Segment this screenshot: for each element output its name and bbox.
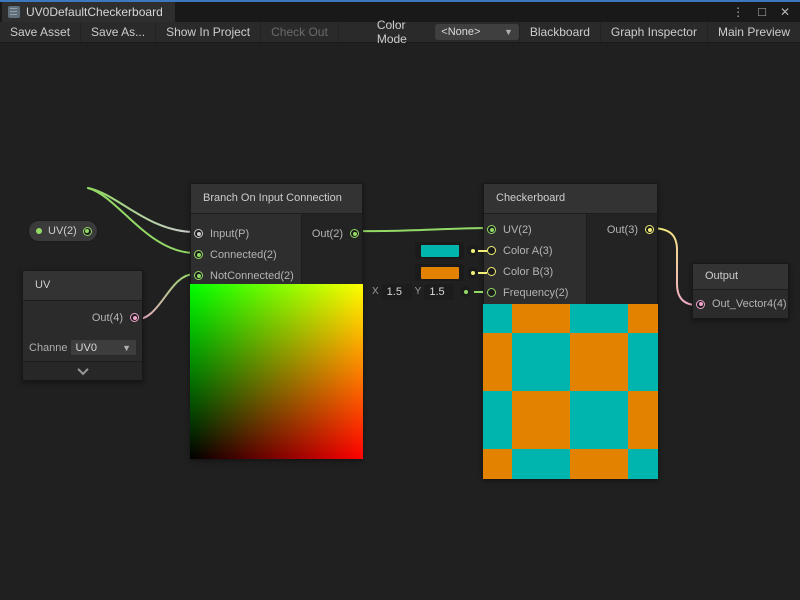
- uv-label: UV(2): [503, 224, 532, 236]
- input-p-port[interactable]: [194, 229, 203, 238]
- color-b-widget: [415, 264, 487, 281]
- uv-node-title: UV: [23, 271, 142, 301]
- color-a-swatch[interactable]: [421, 245, 459, 257]
- port-row-uv: UV(2): [484, 219, 586, 240]
- output-node-title: Output: [693, 264, 788, 290]
- frequency-y-label: Y: [415, 286, 422, 297]
- notconnected-label: NotConnected(2): [210, 270, 294, 282]
- out3-label: Out(3): [607, 224, 638, 236]
- checkerboard-node-title: Checkerboard: [484, 184, 657, 214]
- channel-value: UV0: [76, 342, 97, 354]
- port-row-color-a: Color A(3): [484, 240, 586, 261]
- wire-uvpill-to-input[interactable]: [88, 188, 195, 232]
- port-row-out4: Out(4): [23, 301, 142, 334]
- uv-pill-out-port[interactable]: [83, 227, 92, 236]
- checkerboard-preview: [483, 304, 658, 479]
- connected-label: Connected(2): [210, 249, 277, 261]
- channel-row: Channe UV0 ▼: [23, 334, 142, 361]
- port-row-color-b: Color B(3): [484, 261, 586, 282]
- uv-pill-node[interactable]: UV(2): [28, 220, 98, 242]
- branch-input-column: Input(P) Connected(2) NotConnected(2): [191, 214, 301, 284]
- frequency-y-input[interactable]: [424, 284, 454, 300]
- green-dot-icon: [36, 228, 42, 234]
- frequency-x-label: X: [372, 286, 379, 297]
- color-b-swatch[interactable]: [421, 267, 459, 279]
- frequency-stub-wire: [474, 291, 483, 293]
- port-row-notconnected: NotConnected(2): [191, 265, 301, 286]
- out-vector4-label: Out_Vector4(4): [712, 298, 787, 310]
- checkerboard-output-column: Out(3): [586, 214, 657, 304]
- color-b-field[interactable]: [415, 264, 464, 281]
- port-row-out2: Out(2): [302, 223, 362, 244]
- chevron-down-icon: ▼: [122, 343, 131, 353]
- branch-node[interactable]: Branch On Input Connection Input(P) Conn…: [190, 183, 363, 459]
- frequency-label: Frequency(2): [503, 287, 568, 299]
- uv-node[interactable]: UV Out(4) Channe UV0 ▼: [22, 270, 143, 381]
- color-a-connector-dot: [467, 245, 478, 256]
- graph-canvas[interactable]: UV(2) Branch On Input Connection Input(P…: [0, 43, 800, 600]
- frequency-widget: X Y: [372, 283, 483, 300]
- port-row-input: Input(P): [191, 223, 301, 244]
- port-row-frequency: Frequency(2): [484, 282, 586, 303]
- port-row-out-vector4: Out_Vector4(4): [693, 290, 788, 318]
- channel-label: Channe: [29, 342, 68, 354]
- frequency-x-input[interactable]: [382, 284, 412, 300]
- checkerboard-node[interactable]: Checkerboard UV(2) Color A(3) Color B(3): [483, 183, 658, 479]
- output-node[interactable]: Output Out_Vector4(4): [692, 263, 789, 319]
- channel-dropdown[interactable]: UV0 ▼: [70, 339, 137, 356]
- connected-port[interactable]: [194, 250, 203, 259]
- color-a-field[interactable]: [415, 242, 464, 259]
- color-a-port[interactable]: [487, 246, 496, 255]
- uv-pill-label: UV(2): [48, 225, 77, 237]
- wire-uvout-to-notconnected[interactable]: [134, 274, 195, 320]
- out4-label: Out(4): [92, 312, 123, 324]
- wire-branch-to-checkerboard[interactable]: [356, 228, 488, 231]
- uv-node-collapse-footer[interactable]: [23, 361, 142, 380]
- color-b-port[interactable]: [487, 267, 496, 276]
- color-a-widget: [415, 242, 487, 259]
- out4-port[interactable]: [130, 313, 139, 322]
- color-b-stub-wire: [478, 272, 487, 274]
- branch-node-title: Branch On Input Connection: [191, 184, 362, 214]
- color-a-stub-wire: [478, 250, 487, 252]
- out-vector4-port[interactable]: [696, 300, 705, 309]
- color-b-connector-dot: [467, 267, 478, 278]
- color-a-label: Color A(3): [503, 245, 553, 257]
- out3-port[interactable]: [645, 225, 654, 234]
- frequency-port[interactable]: [487, 288, 496, 297]
- uv-port[interactable]: [487, 225, 496, 234]
- port-row-connected: Connected(2): [191, 244, 301, 265]
- branch-uv-gradient-preview: [190, 284, 363, 459]
- color-b-label: Color B(3): [503, 266, 553, 278]
- out2-port[interactable]: [350, 229, 359, 238]
- out2-label: Out(2): [312, 228, 343, 240]
- frequency-connector-dot: [460, 286, 471, 297]
- notconnected-port[interactable]: [194, 271, 203, 280]
- collapse-chevron-icon: [77, 364, 88, 375]
- input-p-label: Input(P): [210, 228, 249, 240]
- port-row-out3: Out(3): [587, 219, 657, 240]
- checkerboard-input-column: UV(2) Color A(3) Color B(3) Frequency(2): [484, 214, 586, 304]
- wire-uvpill-to-connected[interactable]: [88, 188, 195, 253]
- branch-output-column: Out(2): [301, 214, 362, 284]
